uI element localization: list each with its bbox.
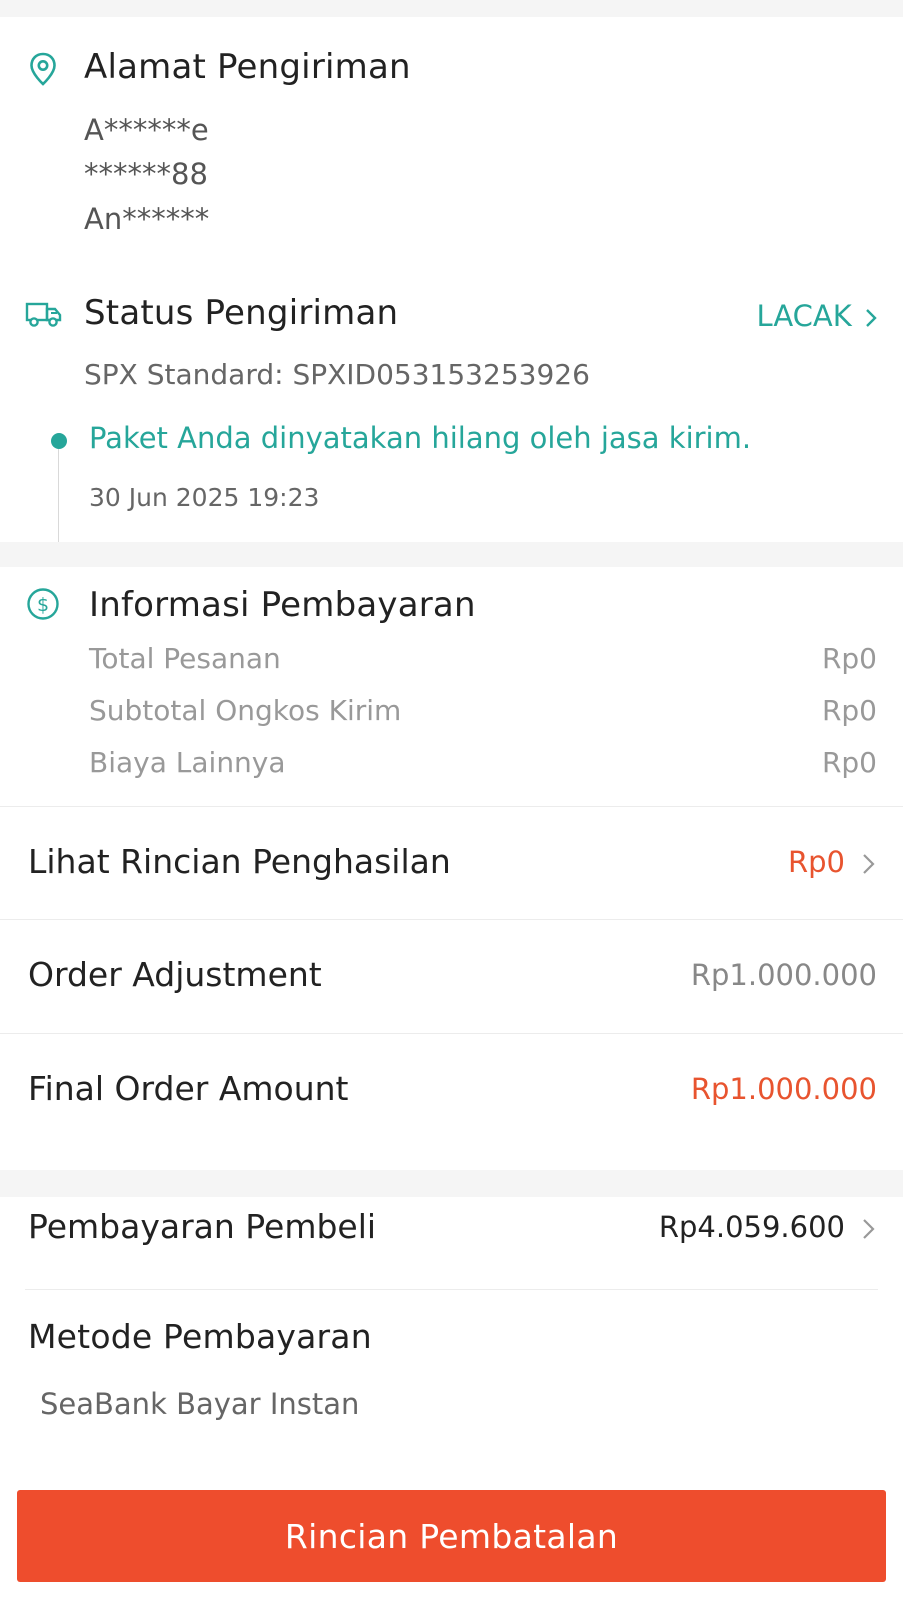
tracking-number: SPX Standard: SPXID053153253926 xyxy=(84,358,590,391)
payment-row-value: Rp0 xyxy=(821,642,877,675)
buyer-payment-label: Pembayaran Pembeli xyxy=(28,1207,377,1246)
payment-row-other-fees: Biaya Lainnya Rp0 xyxy=(89,746,877,786)
buyer-payment-section: Pembayaran Pembeli Rp4.059.600 Metode Pe… xyxy=(0,1197,903,1470)
payment-row-total-order: Total Pesanan Rp0 xyxy=(89,642,877,682)
divider xyxy=(25,1289,878,1290)
payment-method-label: Metode Pembayaran xyxy=(28,1317,372,1356)
payment-row-shipping-subtotal: Subtotal Ongkos Kirim Rp0 xyxy=(89,694,877,734)
buyer-payment-value: Rp4.059.600 xyxy=(658,1210,845,1244)
bottom-action-bar: Rincian Pembatalan xyxy=(0,1470,903,1599)
order-adjustment-value: Rp1.000.000 xyxy=(690,958,877,992)
final-order-amount-row: Final Order Amount Rp1.000.000 xyxy=(0,1033,903,1148)
income-detail-label: Lihat Rincian Penghasilan xyxy=(28,842,451,881)
shipping-status-section[interactable]: Status Pengiriman LACAK SPX Standard: SP… xyxy=(0,269,903,542)
track-link[interactable]: LACAK xyxy=(757,299,877,335)
recipient-name: A******e xyxy=(84,113,209,147)
chevron-right-icon xyxy=(861,851,877,877)
recipient-address: An****** xyxy=(84,202,210,236)
payment-row-label: Total Pesanan xyxy=(89,642,281,675)
final-order-amount-label: Final Order Amount xyxy=(28,1069,349,1108)
address-title: Alamat Pengiriman xyxy=(84,47,411,87)
dollar-circle-icon: $ xyxy=(26,587,60,625)
payment-info-title: Informasi Pembayaran xyxy=(89,585,476,625)
final-order-amount-value: Rp1.000.000 xyxy=(690,1072,877,1106)
payment-row-label: Biaya Lainnya xyxy=(89,746,286,779)
shipping-address-section: Alamat Pengiriman A******e ******88 An**… xyxy=(0,17,903,269)
income-detail-value: Rp0 xyxy=(787,845,845,879)
chevron-right-icon xyxy=(865,301,877,335)
timeline-dot xyxy=(51,433,67,449)
payment-method-value: SeaBank Bayar Instan xyxy=(40,1387,360,1421)
track-link-label: LACAK xyxy=(756,299,852,333)
payment-row-value: Rp0 xyxy=(821,694,877,727)
svg-text:$: $ xyxy=(37,594,49,616)
recipient-phone: ******88 xyxy=(84,157,208,191)
location-pin-icon xyxy=(29,52,57,90)
payment-info-section: $ Informasi Pembayaran Total Pesanan Rp0… xyxy=(0,567,903,1170)
order-detail-page: Alamat Pengiriman A******e ******88 An**… xyxy=(0,0,903,1599)
chevron-right-icon xyxy=(861,1216,877,1242)
latest-tracking-time: 30 Jun 2025 19:23 xyxy=(89,483,320,512)
timeline-line xyxy=(58,449,59,542)
payment-row-value: Rp0 xyxy=(821,746,877,779)
order-adjustment-row: Order Adjustment Rp1.000.000 xyxy=(0,919,903,1034)
truck-icon xyxy=(25,301,63,333)
order-adjustment-label: Order Adjustment xyxy=(28,955,322,994)
income-detail-row[interactable]: Lihat Rincian Penghasilan Rp0 xyxy=(0,806,903,921)
shipping-status-title: Status Pengiriman xyxy=(84,293,399,333)
payment-row-label: Subtotal Ongkos Kirim xyxy=(89,694,402,727)
latest-tracking-status: Paket Anda dinyatakan hilang oleh jasa k… xyxy=(89,421,752,455)
buyer-payment-row[interactable]: Pembayaran Pembeli Rp4.059.600 xyxy=(0,1197,903,1312)
cancellation-detail-button[interactable]: Rincian Pembatalan xyxy=(17,1490,886,1582)
